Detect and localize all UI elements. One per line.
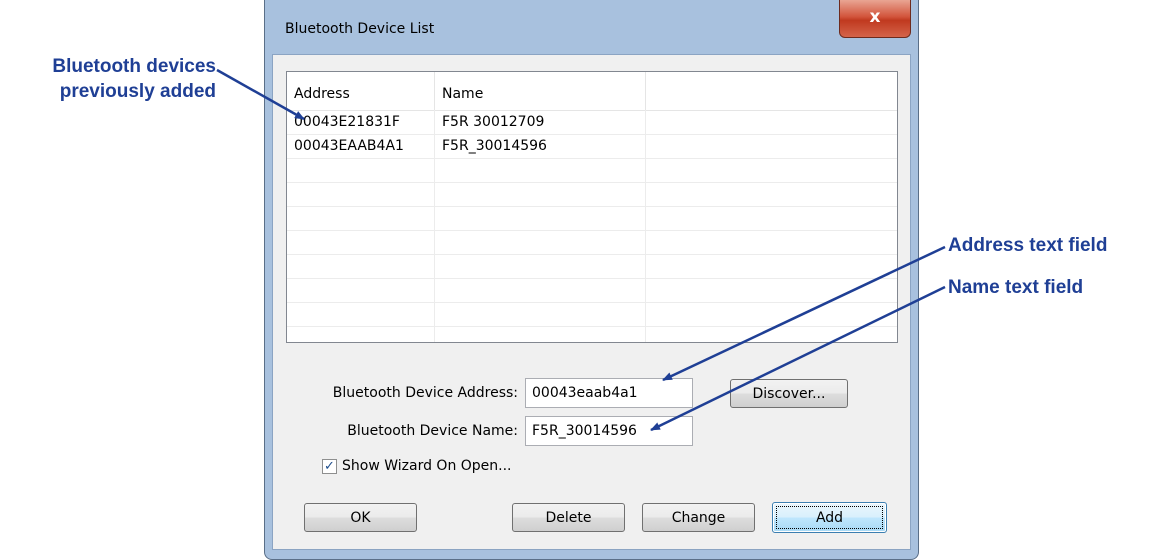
callout-devices-line2: previously added bbox=[59, 81, 216, 102]
dialog-client-area: Address Name 00043E21831F F5R 30012709 0… bbox=[272, 54, 911, 550]
show-wizard-label[interactable]: Show Wizard On Open... bbox=[342, 458, 512, 474]
device-address-cell: 00043E21831F bbox=[294, 114, 400, 130]
add-button[interactable]: Add bbox=[772, 502, 887, 533]
close-button[interactable]: x bbox=[839, 0, 911, 38]
column-header-name[interactable]: Name bbox=[435, 72, 645, 110]
callout-address-field: Address text field bbox=[948, 235, 1108, 256]
callout-devices-line1: Bluetooth devices bbox=[52, 56, 216, 77]
show-wizard-checkbox[interactable]: ✓ bbox=[322, 459, 337, 474]
discover-button[interactable]: Discover... bbox=[730, 379, 848, 408]
callout-name-field: Name text field bbox=[948, 277, 1084, 298]
empty-row bbox=[287, 207, 897, 231]
empty-row bbox=[287, 303, 897, 327]
device-list-header: Address Name bbox=[287, 72, 897, 111]
ok-button[interactable]: OK bbox=[304, 503, 417, 532]
callout-devices-added: Bluetooth devices previously added bbox=[4, 54, 216, 104]
device-name-cell: F5R 30012709 bbox=[442, 114, 545, 130]
close-icon: x bbox=[869, 7, 881, 27]
name-text-field[interactable] bbox=[525, 416, 693, 446]
delete-button[interactable]: Delete bbox=[512, 503, 625, 532]
window-title: Bluetooth Device List bbox=[285, 21, 435, 37]
empty-row bbox=[287, 255, 897, 279]
device-list[interactable]: Address Name 00043E21831F F5R 30012709 0… bbox=[286, 71, 898, 343]
title-bar[interactable]: Bluetooth Device List x bbox=[265, 0, 918, 54]
address-text-field[interactable] bbox=[525, 378, 693, 408]
empty-row bbox=[287, 159, 897, 183]
empty-row bbox=[287, 183, 897, 207]
empty-row bbox=[287, 279, 897, 303]
empty-row bbox=[287, 327, 897, 342]
name-label: Bluetooth Device Name: bbox=[347, 423, 518, 439]
change-button[interactable]: Change bbox=[642, 503, 755, 532]
table-row[interactable]: 00043E21831F F5R 30012709 bbox=[287, 111, 897, 135]
address-label: Bluetooth Device Address: bbox=[332, 385, 518, 401]
device-address-cell: 00043EAAB4A1 bbox=[294, 138, 404, 154]
column-header-address[interactable]: Address bbox=[287, 72, 434, 110]
device-list-rows: 00043E21831F F5R 30012709 00043EAAB4A1 F… bbox=[287, 111, 897, 342]
bluetooth-device-list-dialog: Bluetooth Device List x Address Name 000… bbox=[264, 0, 919, 560]
checkmark-icon: ✓ bbox=[324, 459, 335, 474]
focus-ring bbox=[776, 506, 883, 529]
column-header-empty[interactable] bbox=[646, 72, 897, 110]
empty-row bbox=[287, 231, 897, 255]
device-name-cell: F5R_30014596 bbox=[442, 138, 547, 154]
table-row[interactable]: 00043EAAB4A1 F5R_30014596 bbox=[287, 135, 897, 159]
